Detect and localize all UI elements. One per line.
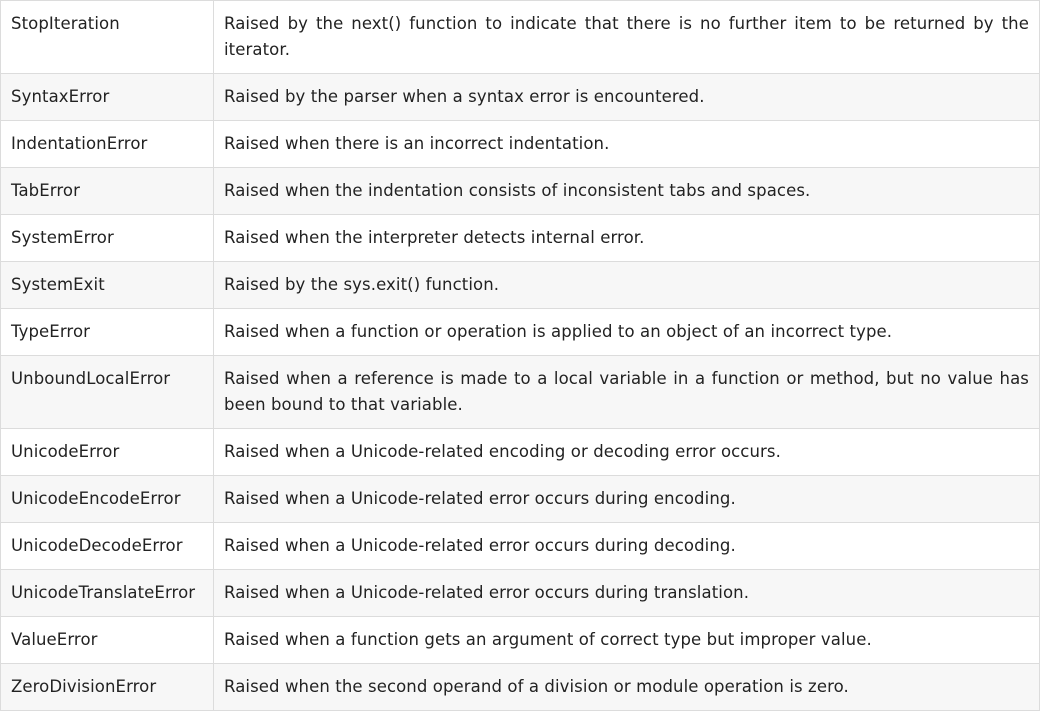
table-row: UnicodeEncodeError Raised when a Unicode… <box>0 475 1040 523</box>
exception-name: UnicodeTranslateError <box>0 569 214 617</box>
exception-name: SystemError <box>0 214 214 262</box>
exception-name: SystemExit <box>0 261 214 309</box>
exception-name: SyntaxError <box>0 73 214 121</box>
exception-name: TabError <box>0 167 214 215</box>
exception-description: Raised when a Unicode-related error occu… <box>213 569 1040 617</box>
exception-name: UnicodeError <box>0 428 214 476</box>
table-row: ValueError Raised when a function gets a… <box>0 616 1040 664</box>
exception-name: UnboundLocalError <box>0 355 214 429</box>
exception-description: Raised when a reference is made to a loc… <box>213 355 1040 429</box>
exception-name: UnicodeDecodeError <box>0 522 214 570</box>
exception-name: ValueError <box>0 616 214 664</box>
table-row: SystemError Raised when the interpreter … <box>0 214 1040 262</box>
exception-name: IndentationError <box>0 120 214 168</box>
exception-description: Raised when a Unicode-related encoding o… <box>213 428 1040 476</box>
table-row: TabError Raised when the indentation con… <box>0 167 1040 215</box>
exception-description: Raised by the sys.exit() function. <box>213 261 1040 309</box>
exception-description: Raised by the next() function to indicat… <box>213 0 1040 74</box>
exception-description: Raised by the parser when a syntax error… <box>213 73 1040 121</box>
exceptions-table: StopIteration Raised by the next() funct… <box>0 0 1040 711</box>
exception-name: TypeError <box>0 308 214 356</box>
table-row: TypeError Raised when a function or oper… <box>0 308 1040 356</box>
table-row: ZeroDivisionError Raised when the second… <box>0 663 1040 711</box>
exception-name: UnicodeEncodeError <box>0 475 214 523</box>
exception-name: ZeroDivisionError <box>0 663 214 711</box>
table-row: SystemExit Raised by the sys.exit() func… <box>0 261 1040 309</box>
table-row: SyntaxError Raised by the parser when a … <box>0 73 1040 121</box>
exception-description: Raised when a function or operation is a… <box>213 308 1040 356</box>
exception-description: Raised when there is an incorrect indent… <box>213 120 1040 168</box>
table-row: IndentationError Raised when there is an… <box>0 120 1040 168</box>
table-row: UnicodeError Raised when a Unicode-relat… <box>0 428 1040 476</box>
table-row: UnboundLocalError Raised when a referenc… <box>0 355 1040 429</box>
exception-description: Raised when the interpreter detects inte… <box>213 214 1040 262</box>
exception-description: Raised when a Unicode-related error occu… <box>213 522 1040 570</box>
exception-description: Raised when a Unicode-related error occu… <box>213 475 1040 523</box>
table-row: UnicodeTranslateError Raised when a Unic… <box>0 569 1040 617</box>
table-row: UnicodeDecodeError Raised when a Unicode… <box>0 522 1040 570</box>
exception-name: StopIteration <box>0 0 214 74</box>
exception-description: Raised when a function gets an argument … <box>213 616 1040 664</box>
table-row: StopIteration Raised by the next() funct… <box>0 0 1040 74</box>
exception-description: Raised when the second operand of a divi… <box>213 663 1040 711</box>
exception-description: Raised when the indentation consists of … <box>213 167 1040 215</box>
